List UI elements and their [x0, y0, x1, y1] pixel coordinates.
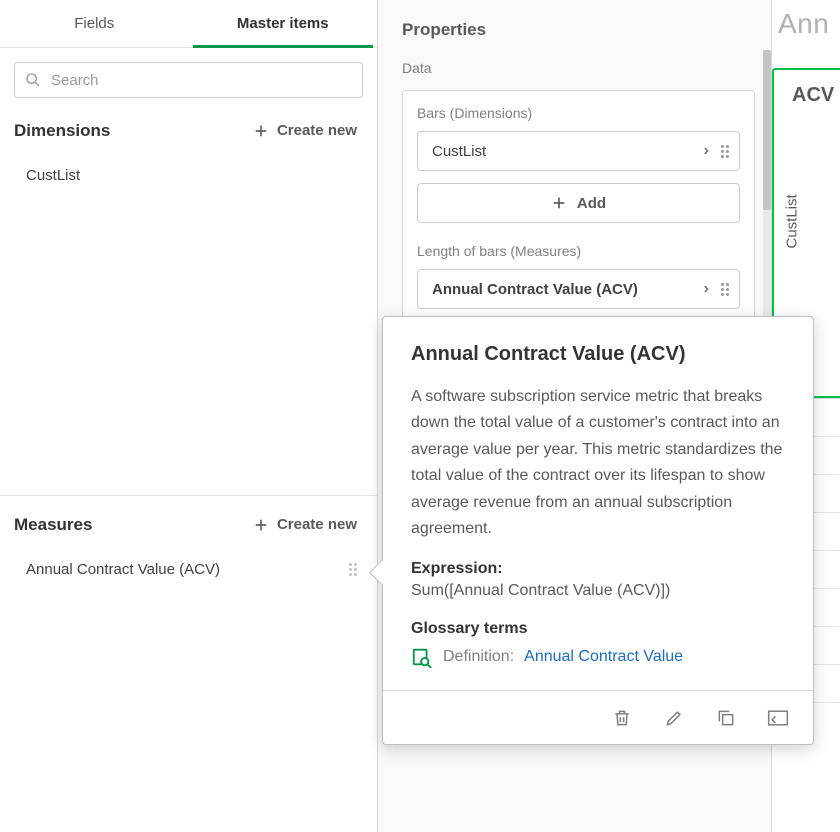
scrollbar-thumb[interactable]: [763, 50, 771, 210]
popover-footer: [383, 690, 813, 744]
search-input[interactable]: [51, 72, 352, 89]
add-dimension-button[interactable]: Add: [417, 183, 740, 223]
chart-title-partial: Ann: [778, 8, 829, 40]
chart-acv-label: ACV: [792, 84, 834, 107]
add-label: Add: [577, 195, 606, 212]
tab-fields-label: Fields: [74, 15, 114, 32]
plus-icon: [551, 195, 567, 211]
duplicate-icon: [716, 708, 736, 728]
definition-label: Definition:: [443, 648, 514, 666]
measure-item[interactable]: Annual Contract Value (ACV): [0, 549, 377, 590]
definition-link[interactable]: Annual Contract Value: [524, 648, 683, 666]
dimension-item[interactable]: CustList: [0, 155, 377, 196]
length-field-pill[interactable]: Annual Contract Value (ACV): [417, 269, 740, 309]
add-to-sheet-button[interactable]: [765, 705, 791, 731]
bars-label: Bars (Dimensions): [417, 105, 740, 121]
create-dimension-button[interactable]: Create new: [247, 118, 363, 143]
create-dimension-label: Create new: [277, 122, 357, 139]
delete-button[interactable]: [609, 705, 635, 731]
properties-data-label[interactable]: Data: [402, 56, 755, 90]
edit-button[interactable]: [661, 705, 687, 731]
expression-value: Sum([Annual Contract Value (ACV)]): [411, 582, 785, 600]
popover-description: A software subscription service metric t…: [411, 384, 785, 542]
bars-field-label: CustList: [432, 143, 486, 160]
dimension-item-label: CustList: [26, 167, 80, 184]
plus-icon: [253, 517, 269, 533]
measures-header: Measures Create new: [0, 500, 377, 547]
tab-master-items[interactable]: Master items: [189, 0, 378, 47]
bars-field-pill[interactable]: CustList: [417, 131, 740, 171]
duplicate-button[interactable]: [713, 705, 739, 731]
trash-icon: [612, 708, 632, 728]
popover-title: Annual Contract Value (ACV): [411, 343, 785, 366]
length-field-label: Annual Contract Value (ACV): [432, 281, 638, 298]
properties-data-card: Bars (Dimensions) CustList Add Length of…: [402, 90, 755, 326]
measure-details-popover: Annual Contract Value (ACV) A software s…: [382, 316, 814, 745]
drag-handle-icon[interactable]: [349, 563, 357, 576]
search-box[interactable]: [14, 62, 363, 98]
chart-axis-label: CustList: [784, 194, 801, 248]
plus-icon: [253, 123, 269, 139]
glossary-label: Glossary terms: [411, 620, 785, 638]
dimensions-title: Dimensions: [14, 121, 110, 141]
dimensions-header: Dimensions Create new: [0, 106, 377, 153]
glossary-icon: [411, 646, 433, 668]
chevron-right-icon: [701, 284, 711, 294]
expression-label: Expression:: [411, 560, 785, 578]
measures-title: Measures: [14, 515, 92, 535]
create-measure-button[interactable]: Create new: [247, 512, 363, 537]
create-measure-label: Create new: [277, 516, 357, 533]
search-icon: [25, 72, 41, 88]
tab-master-items-label: Master items: [237, 15, 329, 32]
properties-title: Properties: [378, 0, 771, 56]
tab-fields[interactable]: Fields: [0, 0, 189, 47]
measure-item-label: Annual Contract Value (ACV): [26, 561, 220, 578]
drag-handle-icon[interactable]: [721, 283, 729, 296]
add-to-sheet-icon: [767, 708, 789, 728]
assets-tabs: Fields Master items: [0, 0, 377, 48]
assets-panel: Fields Master items Dimensions Create ne…: [0, 0, 378, 832]
drag-handle-icon[interactable]: [721, 145, 729, 158]
chevron-right-icon: [701, 146, 711, 156]
pencil-icon: [664, 708, 684, 728]
length-label: Length of bars (Measures): [417, 243, 740, 259]
